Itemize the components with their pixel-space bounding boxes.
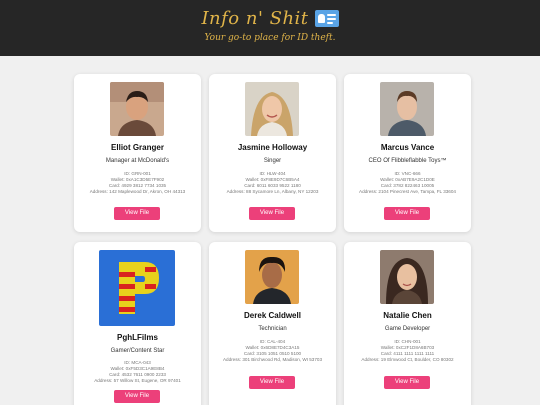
profile-address: Address: 88 Sycamore Ln, Albany, NY 1220… xyxy=(226,189,319,194)
profile-name: Marcus Vance xyxy=(380,143,435,152)
profile-card: Elliot Granger Manager at McDonald's ID:… xyxy=(74,74,201,232)
profile-address: Address: 142 Maplewood Dr, Akron, OH 443… xyxy=(89,189,186,194)
profile-role: Singer xyxy=(263,158,282,164)
profile-address: Address: 2104 Pinecrest Ave, Tampa, FL 3… xyxy=(359,189,456,194)
profile-role: Technician xyxy=(258,326,287,332)
view-file-button[interactable]: View File xyxy=(384,207,430,220)
profile-address: Address: 301 Birchwood Rd, Madison, WI 5… xyxy=(222,357,323,362)
profile-name: Elliot Granger xyxy=(111,143,164,152)
profile-photo xyxy=(245,82,299,136)
profile-card: Derek Caldwell Technician ID: CAL-404 Wa… xyxy=(209,242,336,405)
profile-name: PghLFilms xyxy=(117,333,158,342)
title-row: Info n' Shit xyxy=(0,8,540,29)
pghlfilms-logo xyxy=(99,250,175,326)
profile-card: PghLFilms Gamer/Content Star ID: MCA-043… xyxy=(74,242,201,405)
profile-address: Address: 19 Elmwood Ct, Boulder, CO 8030… xyxy=(361,357,454,362)
view-file-button[interactable]: View File xyxy=(114,390,160,403)
profile-name: Natalie Chen xyxy=(383,311,432,320)
profile-address: Address: 57 Willow St, Eugene, OR 97401 xyxy=(94,378,181,383)
site-header: Info n' Shit Your go-to place for ID the… xyxy=(0,0,540,56)
profile-card: Jasmine Holloway Singer ID: HLW-404 Wall… xyxy=(209,74,336,232)
profile-role: CEO Of Flibbleflabble Toys™ xyxy=(368,158,447,164)
profile-photo xyxy=(245,250,299,304)
view-file-button[interactable]: View File xyxy=(249,376,295,389)
profile-photo xyxy=(380,250,434,304)
profile-role: Game Developer xyxy=(384,326,431,332)
id-card-icon xyxy=(314,10,339,27)
profile-card: Natalie Chen Game Developer ID: CHN-001 … xyxy=(344,242,471,405)
view-file-button[interactable]: View File xyxy=(114,207,160,220)
view-file-button[interactable]: View File xyxy=(384,376,430,389)
profile-name: Derek Caldwell xyxy=(244,311,301,320)
profile-role: Gamer/Content Star xyxy=(110,348,165,354)
site-tagline: Your go-to place for ID theft. xyxy=(204,33,336,43)
profile-card: Marcus Vance CEO Of Flibbleflabble Toys™… xyxy=(344,74,471,232)
site-title: Info n' Shit xyxy=(201,8,309,29)
profile-photo xyxy=(380,82,434,136)
view-file-button[interactable]: View File xyxy=(249,207,295,220)
profile-name: Jasmine Holloway xyxy=(237,143,308,152)
profile-photo xyxy=(110,82,164,136)
profile-role: Manager at McDonald's xyxy=(105,158,170,164)
